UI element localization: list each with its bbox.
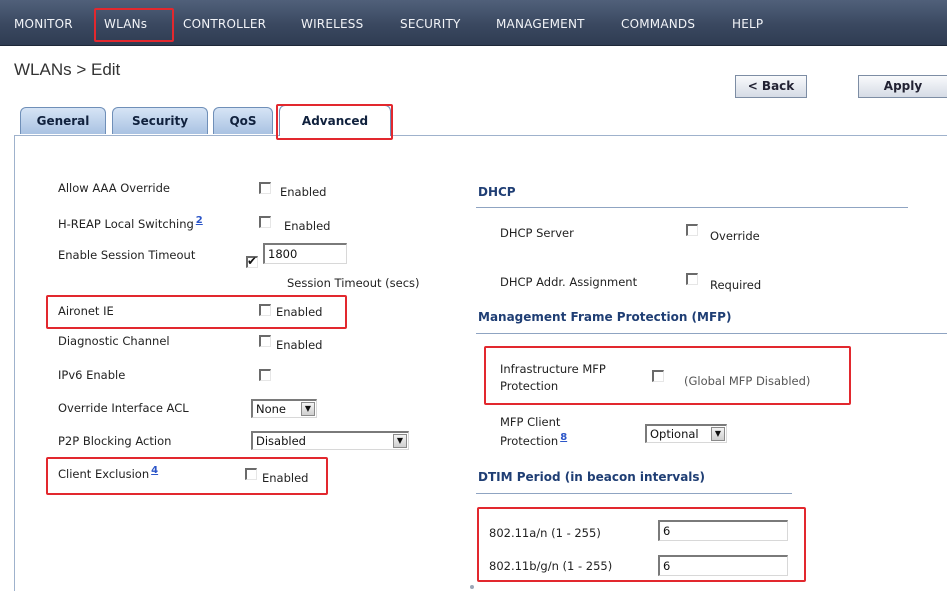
dhcp-section-title: DHCP — [478, 185, 516, 199]
nav-wireless[interactable]: WIRELESS — [301, 15, 363, 33]
tab-general[interactable]: General — [20, 107, 106, 134]
dhcp-section-rule — [476, 207, 908, 208]
infrastructure-mfp-checkbox[interactable] — [652, 370, 664, 382]
nav-controller[interactable]: CONTROLLER — [183, 15, 266, 33]
nav-monitor[interactable]: MONITOR — [14, 15, 73, 33]
p2p-blocking-action-select[interactable]: Disabled ▼ — [251, 431, 409, 450]
chevron-down-icon: ▼ — [301, 402, 315, 416]
p2p-blocking-action-label: P2P Blocking Action — [58, 434, 172, 448]
mfp-client-protection-select[interactable]: Optional ▼ — [645, 424, 727, 443]
chevron-down-icon: ▼ — [393, 434, 407, 448]
dhcp-server-override-label: Override — [710, 229, 760, 243]
dhcp-addr-assignment-required-checkbox[interactable] — [686, 273, 698, 285]
allow-aaa-override-enabled-label: Enabled — [280, 185, 327, 199]
infrastructure-mfp-label-line2: Protection — [500, 379, 559, 393]
ipv6-enable-label: IPv6 Enable — [58, 368, 126, 382]
global-mfp-disabled-note: (Global MFP Disabled) — [684, 374, 811, 388]
apply-button[interactable]: Apply — [858, 75, 947, 98]
mfp-section-title: Management Frame Protection (MFP) — [478, 310, 732, 324]
dtim-section-title: DTIM Period (in beacon intervals) — [478, 470, 706, 484]
dhcp-server-override-checkbox[interactable] — [686, 224, 698, 236]
aironet-ie-checkbox[interactable] — [259, 304, 271, 316]
scroll-indicator-dot — [470, 585, 474, 589]
nav-security[interactable]: SECURITY — [400, 15, 461, 33]
diagnostic-channel-enabled-label: Enabled — [276, 338, 323, 352]
page-title: WLANs > Edit — [14, 60, 121, 79]
wlans-highlight-box — [94, 8, 174, 42]
mfp-client-label: MFP Client — [500, 415, 561, 429]
aironet-ie-enabled-label: Enabled — [276, 305, 323, 319]
dtim-section-rule — [476, 493, 792, 494]
nav-commands[interactable]: COMMANDS — [621, 15, 695, 33]
tab-advanced[interactable]: Advanced — [279, 105, 391, 136]
help-link-icon[interactable]: 4 — [151, 465, 158, 476]
dtim-80211an-label: 802.11a/n (1 - 255) — [489, 526, 601, 540]
dtim-80211an-input[interactable]: 6 — [658, 520, 788, 541]
session-timeout-secs-label: Session Timeout (secs) — [287, 276, 420, 290]
dhcp-addr-assignment-label: DHCP Addr. Assignment — [500, 275, 638, 289]
h-reap-local-switching-label: H-REAP Local Switching 2 — [58, 215, 203, 231]
help-link-icon[interactable]: 2 — [196, 215, 203, 226]
mfp-section-rule — [476, 333, 947, 334]
tab-security[interactable]: Security — [112, 107, 208, 134]
ipv6-enable-checkbox[interactable] — [259, 369, 271, 381]
top-nav-bar: MONITOR WLANs CONTROLLER WIRELESS SECURI… — [0, 0, 947, 46]
nav-help[interactable]: HELP — [732, 15, 763, 33]
override-interface-acl-label: Override Interface ACL — [58, 401, 189, 415]
h-reap-local-switching-checkbox[interactable] — [259, 216, 271, 228]
allow-aaa-override-label: Allow AAA Override — [58, 181, 171, 195]
infrastructure-mfp-label: Infrastructure MFP — [500, 362, 606, 376]
chevron-down-icon: ▼ — [711, 427, 725, 441]
help-link-icon[interactable]: 8 — [560, 432, 567, 443]
dtim-80211bgn-label: 802.11b/g/n (1 - 255) — [489, 559, 613, 573]
client-exclusion-label: Client Exclusion 4 — [58, 465, 159, 481]
diagnostic-channel-checkbox[interactable] — [259, 335, 271, 347]
tab-qos[interactable]: QoS — [213, 107, 273, 134]
dhcp-server-label: DHCP Server — [500, 226, 574, 240]
mfp-client-label-line2: Protection 8 — [500, 432, 568, 448]
back-button[interactable]: < Back — [735, 75, 807, 98]
dhcp-addr-assignment-required-label: Required — [710, 278, 762, 292]
enable-session-timeout-label: Enable Session Timeout — [58, 248, 196, 262]
dtim-80211bgn-input[interactable]: 6 — [658, 555, 788, 576]
diagnostic-channel-label: Diagnostic Channel — [58, 334, 170, 348]
h-reap-local-switching-enabled-label: Enabled — [284, 219, 331, 233]
allow-aaa-override-checkbox[interactable] — [259, 182, 271, 194]
aironet-ie-label: Aironet IE — [58, 304, 114, 318]
session-timeout-input[interactable]: 1800 — [263, 243, 347, 264]
client-exclusion-enabled-label: Enabled — [262, 471, 309, 485]
client-exclusion-checkbox[interactable] — [245, 468, 257, 480]
advanced-panel — [14, 135, 947, 591]
enable-session-timeout-checkbox[interactable] — [246, 254, 258, 268]
nav-management[interactable]: MANAGEMENT — [496, 15, 585, 33]
override-interface-acl-select[interactable]: None ▼ — [251, 399, 317, 418]
